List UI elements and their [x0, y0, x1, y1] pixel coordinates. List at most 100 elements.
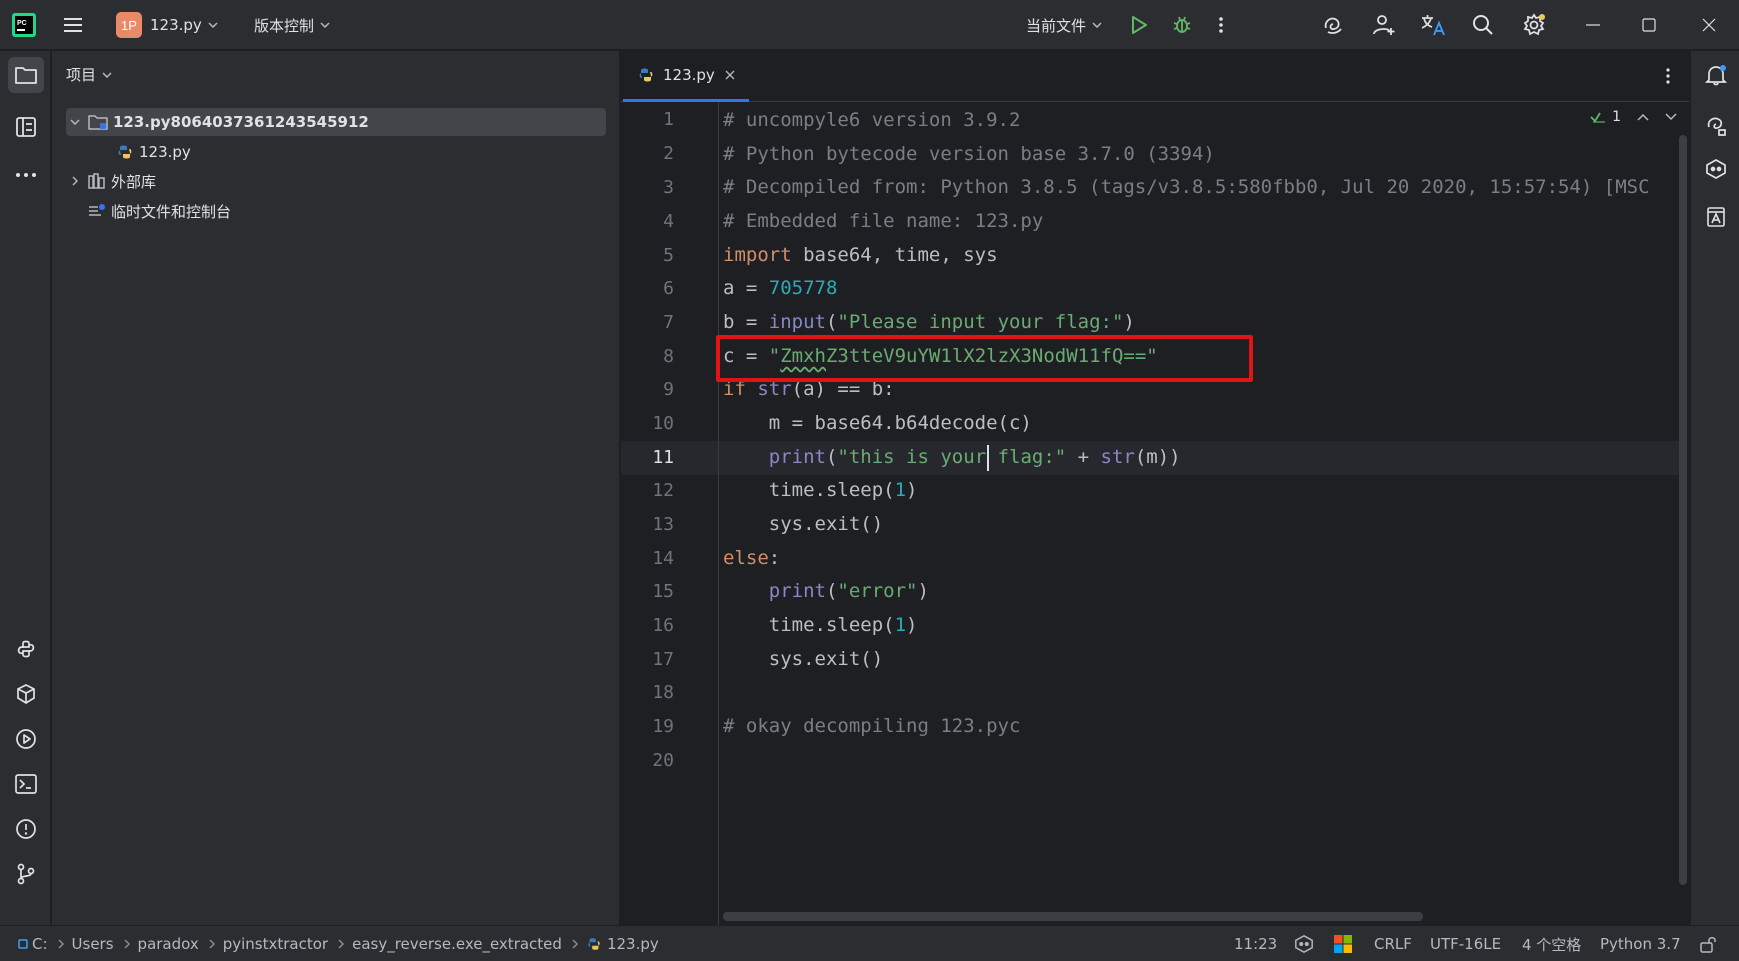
add-user-icon[interactable] [1372, 0, 1396, 50]
tree-item-python-file[interactable]: 123.py [112, 138, 652, 166]
project-switcher[interactable]: 1P 123.py [116, 0, 218, 50]
debug-icon[interactable] [1172, 0, 1192, 50]
svg-text:PC: PC [17, 20, 27, 27]
code-text: : [768, 547, 781, 569]
git-button[interactable] [8, 856, 44, 892]
documentation-button[interactable] [1698, 199, 1734, 235]
unlock-icon[interactable] [1700, 926, 1716, 961]
tree-item-external-libraries[interactable]: 外部库 [66, 167, 606, 195]
tree-item-scratches[interactable]: 临时文件和控制台 [84, 197, 624, 225]
copilot-button[interactable] [1698, 151, 1734, 187]
run-config-selector[interactable]: 当前文件 [1026, 0, 1102, 50]
breadcrumb-item[interactable]: paradox [138, 935, 199, 953]
breadcrumb-item[interactable]: C: [18, 935, 48, 953]
more-vertical-icon[interactable] [1665, 67, 1671, 85]
ai-assistant-icon[interactable] [1322, 0, 1344, 50]
python-file-icon [639, 68, 653, 82]
code-text: time.sleep( [723, 614, 895, 636]
python-file-icon [588, 938, 600, 950]
indent-setting[interactable]: 4 个空格 [1522, 926, 1581, 961]
code-line-6: a = 705778 [723, 271, 837, 305]
breadcrumb-item[interactable]: 123.py [586, 935, 659, 953]
python-packages-button[interactable] [8, 676, 44, 712]
red-annotation-box [716, 335, 1253, 382]
chevron-down-icon[interactable] [66, 119, 84, 125]
settings-icon[interactable] [1522, 0, 1546, 50]
breadcrumb-label: Users [71, 935, 114, 953]
copilot-status-icon[interactable] [1294, 926, 1314, 961]
more-vertical-icon[interactable] [1218, 0, 1224, 50]
breadcrumb-item[interactable]: Users [72, 935, 114, 953]
line-number: 4 [663, 211, 674, 232]
maximize-icon[interactable] [1642, 0, 1656, 50]
line-number: 15 [652, 581, 674, 602]
editor-tab-123py[interactable]: 123.py [623, 51, 749, 102]
vcs-menu[interactable]: 版本控制 [254, 0, 330, 50]
python-console-button[interactable] [8, 631, 44, 667]
project-panel: 项目 123.py8064037361243545912 123.py 外部库 … [52, 51, 620, 925]
chevron-down-icon [320, 22, 330, 28]
run-icon[interactable] [1130, 0, 1148, 50]
copilot-icon [1706, 159, 1726, 179]
breadcrumb-label: pyinstxtractor [222, 935, 329, 953]
folder-icon [15, 67, 37, 84]
builtin-function: print [768, 446, 826, 468]
minimize-icon[interactable] [1586, 0, 1600, 50]
close-icon[interactable] [1702, 0, 1716, 50]
code-line-4: # Embedded file name: 123.py [723, 210, 1044, 232]
problems-button[interactable] [8, 811, 44, 847]
chevron-right-icon[interactable] [66, 176, 84, 186]
tree-item-root-folder[interactable]: 123.py8064037361243545912 [66, 108, 606, 136]
code-line-10: m = base64.b64decode(c) [723, 412, 1032, 434]
caret-position[interactable]: 11:23 [1234, 926, 1277, 961]
line-number: 6 [663, 278, 674, 299]
horizontal-scrollbar[interactable] [723, 912, 1423, 921]
python-file-icon [116, 143, 134, 161]
search-icon[interactable] [1472, 0, 1494, 50]
project-panel-header[interactable]: 项目 [66, 64, 112, 85]
project-tool-button[interactable] [8, 57, 44, 93]
ai-chat-button[interactable] [1698, 107, 1734, 143]
vertical-scrollbar[interactable] [1679, 135, 1687, 885]
inspection-count: 1 [1612, 109, 1621, 125]
breadcrumb-item[interactable]: easy_reverse.exe_extracted [352, 935, 562, 953]
code-line-12: time.sleep(1) [723, 473, 918, 507]
notifications-button[interactable] [1698, 57, 1734, 93]
windows-logo-icon[interactable] [1334, 926, 1352, 961]
chevron-down-icon[interactable] [1665, 113, 1677, 121]
code-line-16: time.sleep(1) [723, 608, 918, 642]
library-icon [88, 173, 106, 189]
translate-icon[interactable] [1420, 0, 1446, 50]
structure-tool-button[interactable] [8, 109, 44, 145]
documentation-icon [1707, 207, 1725, 227]
services-button[interactable] [8, 721, 44, 757]
inspection-widget[interactable]: 1 [1590, 109, 1677, 125]
terminal-button[interactable] [8, 766, 44, 802]
code-editor[interactable]: 123.py 1 2 3 4 5 6 7 8 9 10 11 12 13 14 15 16 17 18 19 20 #… [621, 51, 1689, 925]
number-literal: 1 [894, 479, 907, 501]
builtin-function: input [768, 311, 826, 333]
breadcrumb: C: Users paradox pyinstxtractor easy_rev… [18, 926, 659, 961]
close-tab-icon[interactable] [725, 70, 735, 80]
chevron-right-icon [572, 939, 578, 949]
python-console-icon [17, 640, 35, 658]
python-interpreter[interactable]: Python 3.7 [1600, 926, 1681, 961]
chevron-up-icon[interactable] [1637, 113, 1649, 121]
line-number: 9 [663, 379, 674, 400]
hamburger-menu-icon[interactable] [62, 0, 84, 50]
scratches-icon [88, 203, 106, 219]
chevron-right-icon [338, 939, 345, 949]
left-tool-strip [0, 51, 51, 925]
file-encoding[interactable]: UTF-16LE [1430, 926, 1501, 961]
status-bar: C: Users paradox pyinstxtractor easy_rev… [0, 925, 1739, 961]
breadcrumb-item[interactable]: pyinstxtractor [223, 935, 328, 953]
more-tools-button[interactable] [8, 157, 44, 193]
breadcrumb-label: paradox [137, 935, 199, 953]
chevron-down-icon [1092, 22, 1102, 28]
code-line-7: b = input("Please input your flag:") [723, 305, 1135, 339]
code-line-14: else: [723, 541, 780, 575]
tree-item-label: 123.py8064037361243545912 [113, 113, 369, 131]
line-separator[interactable]: CRLF [1374, 926, 1412, 961]
